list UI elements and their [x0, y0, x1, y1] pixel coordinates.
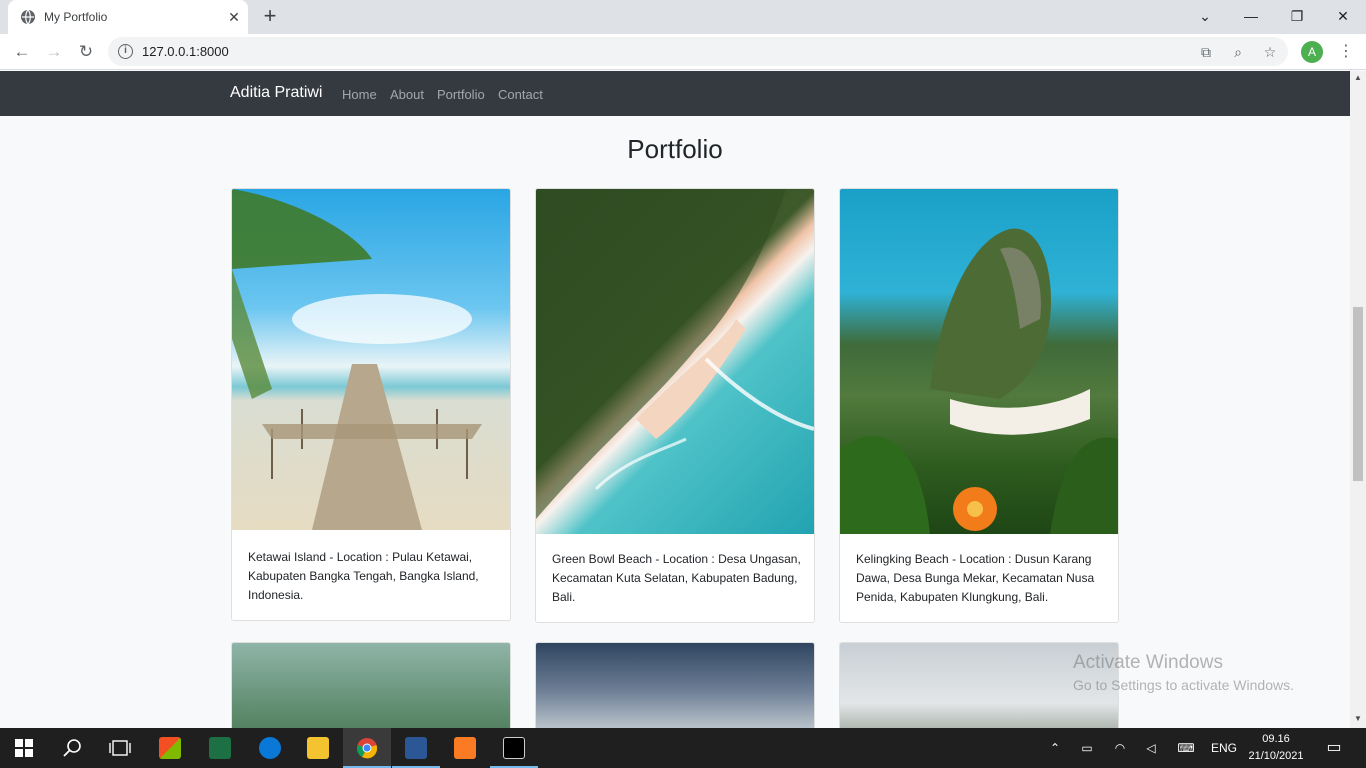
card-image-green-bowl [536, 189, 814, 534]
restore-button[interactable]: ❐ [1274, 0, 1320, 34]
chevron-up-icon[interactable]: ⌃ [1044, 728, 1066, 768]
windows-taskbar: ⌃ ▭ ◠ ◁ ⌨ ENG 09.16 21/10/2021 ▭ [0, 728, 1366, 768]
pier-illustration [232, 189, 482, 530]
cliff-illustration [840, 228, 1118, 534]
scrollbar-thumb[interactable] [1353, 307, 1363, 481]
clock-date: 21/10/2021 [1248, 750, 1304, 762]
portfolio-card[interactable] [231, 642, 511, 728]
address-bar[interactable]: i 127.0.0.1:8000 ⧉ ⌕ ☆ [108, 37, 1288, 66]
beach-illustration [536, 189, 814, 519]
browser-tab-strip: My Portfolio ✕ + ⌄ — ❐ ✕ [0, 0, 1366, 34]
scroll-down-icon[interactable]: ▼ [1353, 714, 1363, 723]
terminal-icon[interactable] [490, 728, 538, 768]
site-navbar: Aditia Pratiwi Home About Portfolio Cont… [0, 71, 1350, 116]
activation-watermark-subtitle: Go to Settings to activate Windows. [1073, 677, 1294, 693]
language-indicator[interactable]: ENG [1206, 728, 1242, 768]
forward-arrow-icon[interactable]: → [40, 38, 68, 66]
tab-search-icon[interactable]: ⌄ [1182, 0, 1228, 34]
browser-toolbar: ← → ↻ i 127.0.0.1:8000 ⧉ ⌕ ☆ A ⋮ [0, 34, 1366, 70]
battery-icon[interactable]: ▭ [1076, 728, 1098, 768]
page-title: Portfolio [627, 134, 723, 164]
chrome-icon[interactable] [343, 728, 391, 768]
task-view-icon[interactable] [96, 728, 144, 768]
tab-close-icon[interactable]: ✕ [226, 9, 242, 25]
close-window-button[interactable]: ✕ [1320, 0, 1366, 34]
word-icon[interactable] [392, 728, 440, 768]
site-info-icon[interactable]: i [118, 44, 133, 59]
nav-link-portfolio[interactable]: Portfolio [437, 87, 485, 102]
xampp-icon[interactable] [441, 728, 489, 768]
microsoft-store-icon[interactable] [146, 728, 194, 768]
portfolio-card[interactable] [535, 642, 815, 728]
nav-link-home[interactable]: Home [342, 87, 377, 102]
card-image-ketawai [232, 189, 510, 530]
nav-link-about[interactable]: About [390, 87, 424, 102]
wifi-icon[interactable]: ◠ [1109, 728, 1131, 768]
card-description: Green Bowl Beach - Location : Desa Ungas… [552, 552, 801, 604]
globe-icon [21, 9, 35, 25]
card-image-sky [536, 643, 814, 728]
keyboard-icon[interactable]: ⌨ [1172, 728, 1200, 768]
file-explorer-icon[interactable] [294, 728, 342, 768]
windows-start-icon[interactable] [0, 728, 48, 768]
excel-icon[interactable] [196, 728, 244, 768]
card-image-forest [232, 643, 510, 728]
translate-icon[interactable]: ⧉ [1196, 42, 1216, 62]
navbar-brand[interactable]: Aditia Pratiwi [230, 84, 322, 102]
volume-icon[interactable]: ◁ [1140, 728, 1162, 768]
back-arrow-icon[interactable]: ← [8, 38, 36, 66]
activation-watermark-title: Activate Windows [1073, 652, 1223, 673]
page-scrollbar[interactable]: ▲ ▼ [1350, 71, 1366, 728]
zoom-icon[interactable]: ⌕ [1228, 42, 1248, 62]
url-text[interactable]: 127.0.0.1:8000 [142, 44, 229, 59]
profile-avatar[interactable]: A [1301, 41, 1323, 63]
menu-dots-icon[interactable]: ⋮ [1336, 40, 1356, 64]
card-description: Ketawai Island - Location : Pulau Ketawa… [248, 550, 479, 602]
new-tab-button[interactable]: + [258, 5, 282, 29]
card-image-kelingking [840, 189, 1118, 534]
page-viewport: Aditia Pratiwi Home About Portfolio Cont… [0, 71, 1350, 728]
edge-icon[interactable] [246, 728, 294, 768]
portfolio-card[interactable]: Kelingking Beach - Location : Dusun Kara… [839, 188, 1119, 623]
reload-icon[interactable]: ↻ [72, 38, 100, 66]
browser-tab[interactable]: My Portfolio ✕ [8, 0, 248, 34]
notification-icon[interactable]: ▭ [1318, 728, 1350, 768]
bookmark-star-icon[interactable]: ☆ [1260, 42, 1280, 62]
tab-title: My Portfolio [44, 10, 108, 24]
portfolio-card[interactable]: Ketawai Island - Location : Pulau Ketawa… [231, 188, 511, 621]
scroll-up-icon[interactable]: ▲ [1353, 73, 1363, 82]
clock-time: 09.16 [1262, 733, 1290, 745]
taskbar-clock[interactable]: 09.16 21/10/2021 [1246, 731, 1306, 765]
minimize-button[interactable]: — [1228, 0, 1274, 34]
search-icon[interactable] [48, 728, 96, 768]
nav-link-contact[interactable]: Contact [498, 87, 543, 102]
portfolio-card[interactable]: Green Bowl Beach - Location : Desa Ungas… [535, 188, 815, 623]
card-description: Kelingking Beach - Location : Dusun Kara… [856, 552, 1095, 604]
